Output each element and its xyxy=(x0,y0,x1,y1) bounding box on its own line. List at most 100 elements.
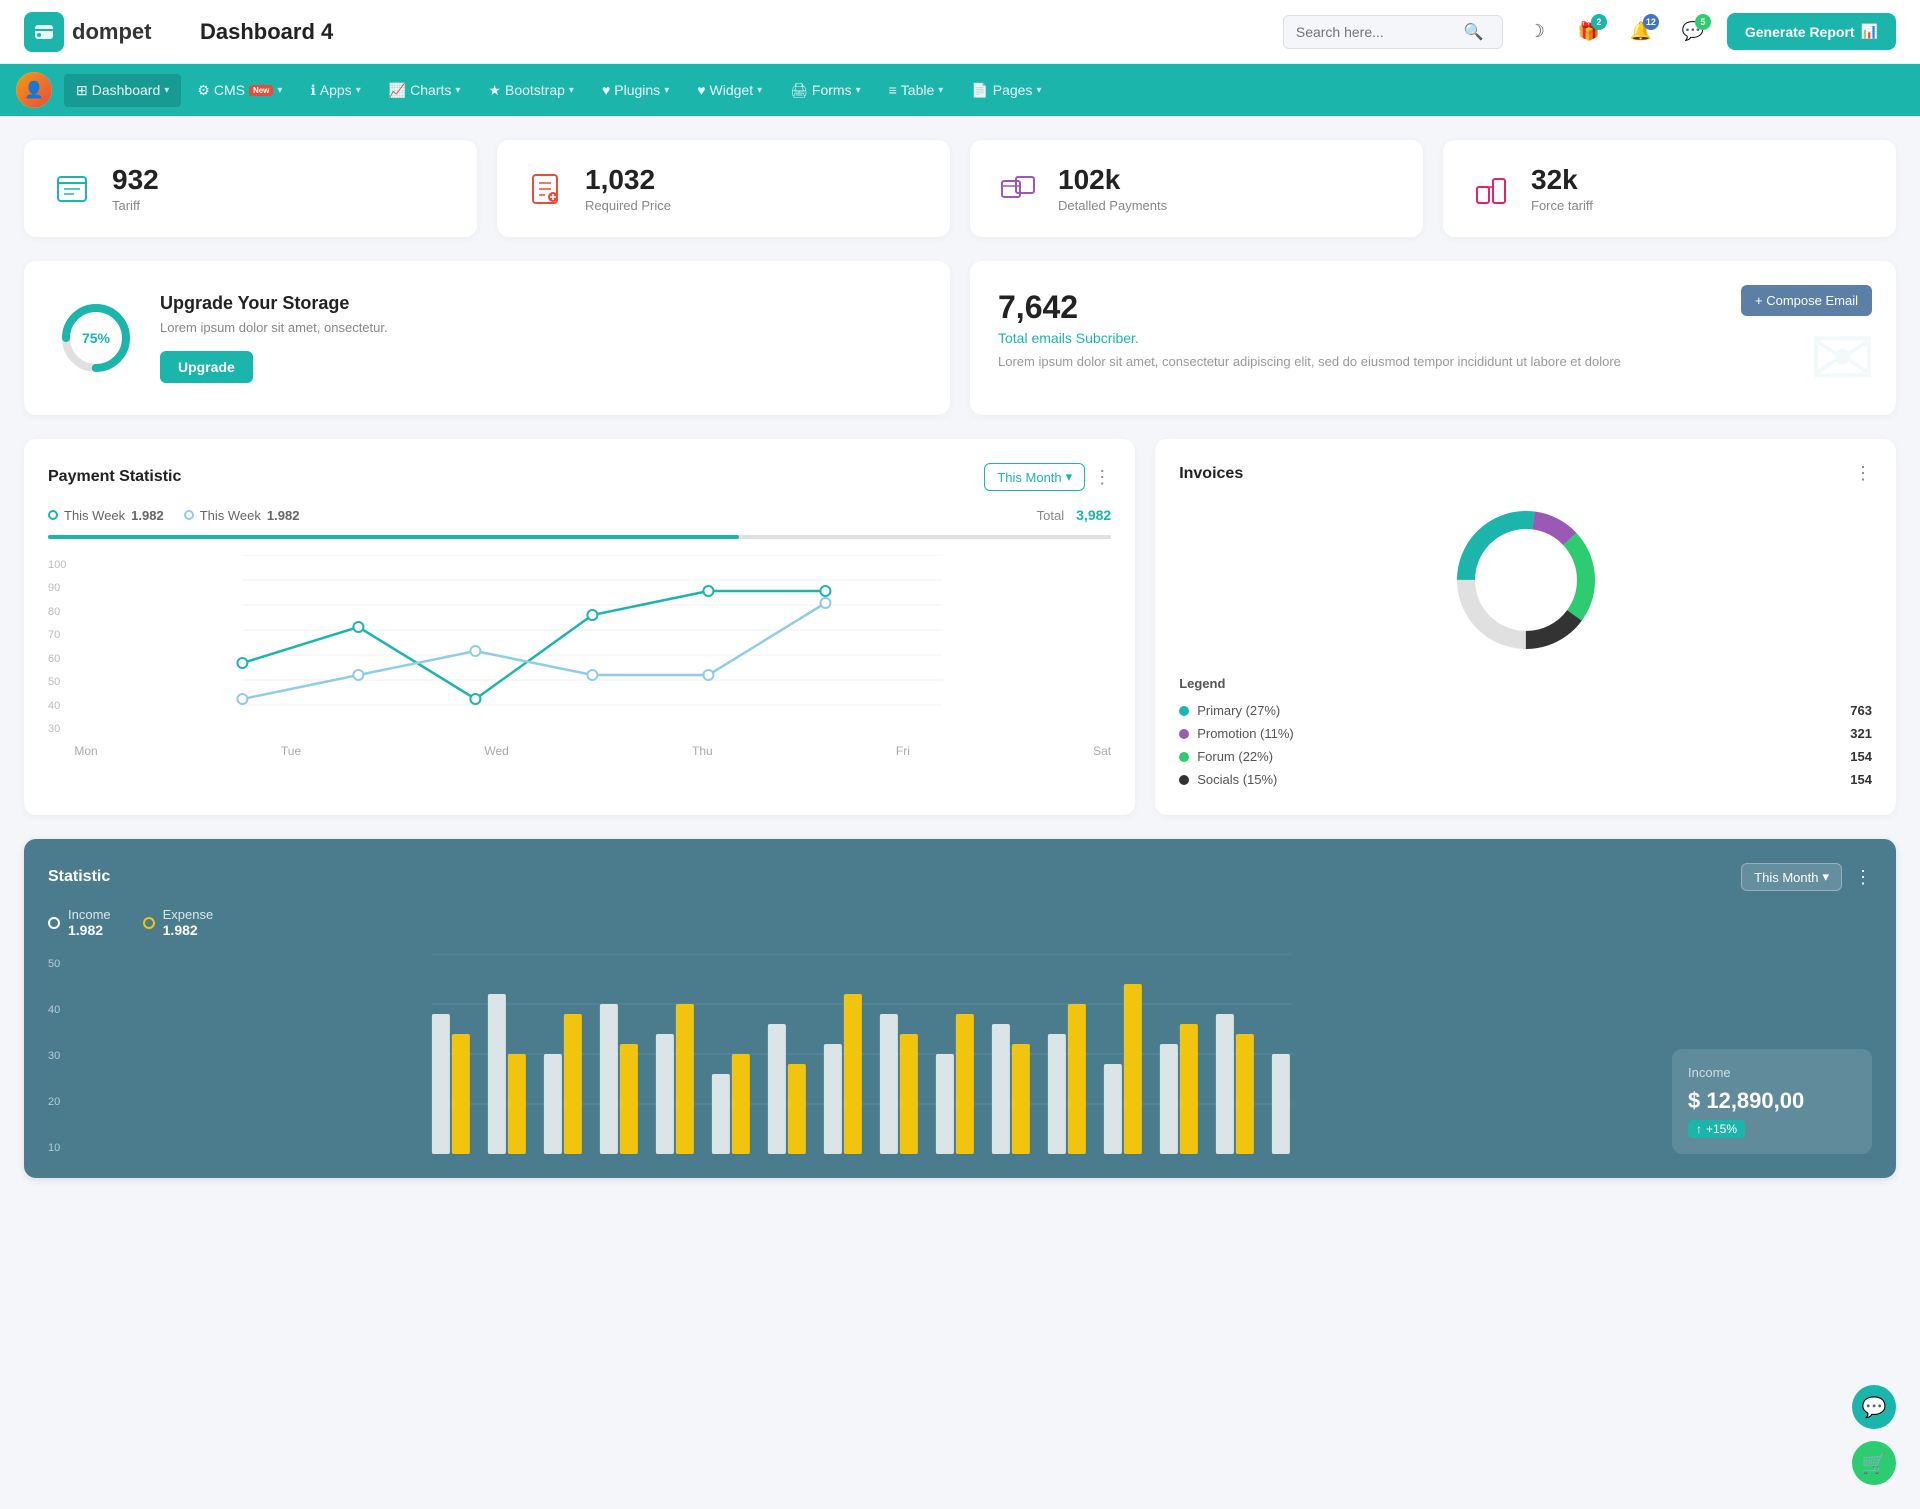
payment-chart-header: Payment Statistic This Month ▾ ⋮ xyxy=(48,463,1111,491)
support-icon: 💬 xyxy=(1862,1395,1887,1420)
cart-icon: 🛒 xyxy=(1862,1451,1887,1476)
legend-primary-label: Primary (27%) xyxy=(1197,703,1280,718)
legend-primary-color xyxy=(1179,706,1189,716)
support-fab-button[interactable]: 💬 xyxy=(1852,1385,1896,1429)
stat-card-tariff: 932 Tariff xyxy=(24,140,477,237)
x-label-mon: Mon xyxy=(74,744,97,758)
nav-label-pages: Pages xyxy=(993,82,1033,98)
x-label-thu: Thu xyxy=(692,744,713,758)
nav-item-charts[interactable]: 📈 Charts ▾ xyxy=(377,74,473,107)
forms-icon: 🖨 xyxy=(790,82,808,99)
legend-primary-value: 763 xyxy=(1850,703,1872,718)
income-badge-value: +15% xyxy=(1706,1122,1737,1136)
logo: dompet xyxy=(24,12,184,52)
payment-chart-title: Payment Statistic xyxy=(48,468,181,486)
invoices-donut-svg xyxy=(1446,500,1606,660)
legend-primary: Primary (27%) 763 xyxy=(1179,699,1872,722)
theme-toggle-button[interactable]: ☽ xyxy=(1519,14,1555,50)
stat-card-force-tariff: 32k Force tariff xyxy=(1443,140,1896,237)
search-bar[interactable]: 🔍 xyxy=(1283,15,1503,49)
stat-info-required-price: 1,032 Required Price xyxy=(585,164,671,213)
storage-info: Upgrade Your Storage Lorem ipsum dolor s… xyxy=(160,293,388,383)
nav-item-widget[interactable]: ♥ Widget ▾ xyxy=(685,74,774,106)
nav-item-apps[interactable]: ℹ Apps ▾ xyxy=(298,74,372,107)
legend-promotion: Promotion (11%) 321 xyxy=(1179,722,1872,745)
y-label-80: 80 xyxy=(48,606,66,618)
nav-item-pages[interactable]: 📄 Pages ▾ xyxy=(959,74,1053,107)
nav-label-widget: Widget xyxy=(710,82,754,98)
charts-row: Payment Statistic This Month ▾ ⋮ This We… xyxy=(24,439,1896,815)
force-tariff-icon xyxy=(1467,165,1515,213)
total-label: Total xyxy=(1037,508,1064,523)
nav-label-dashboard: Dashboard xyxy=(92,82,161,98)
legend-socials-left: Socials (15%) xyxy=(1179,772,1277,787)
stat-card-required-price: 1,032 Required Price xyxy=(497,140,950,237)
nav-label-apps: Apps xyxy=(320,82,352,98)
chevron-down-icon-plugins: ▾ xyxy=(664,85,669,96)
nav-item-cms[interactable]: ⚙ CMS New ▾ xyxy=(185,74,294,107)
y-label-30: 30 xyxy=(48,723,66,735)
gift-button[interactable]: 🎁 2 xyxy=(1571,14,1607,50)
x-label-fri: Fri xyxy=(896,744,910,758)
search-input[interactable] xyxy=(1296,24,1456,40)
message-button[interactable]: 💬 5 xyxy=(1675,14,1711,50)
stat-cards-grid: 932 Tariff 1,032 Required Price 102k Det… xyxy=(24,140,1896,237)
y-axis-labels: 100 90 80 70 60 50 40 30 xyxy=(48,555,74,735)
fab-container: 💬 🛒 xyxy=(1852,1385,1896,1485)
stat-y-20: 20 xyxy=(48,1096,60,1108)
legend-forum-value: 154 xyxy=(1850,749,1872,764)
storage-percent: 75% xyxy=(82,330,110,346)
nav-item-forms[interactable]: 🖨 Forms ▾ xyxy=(778,74,872,107)
chevron-down-icon-widget: ▾ xyxy=(757,85,762,96)
this-month-filter-button[interactable]: This Month ▾ xyxy=(984,463,1085,491)
email-envelope-icon: ✉ xyxy=(1809,312,1876,405)
statistic-card: Statistic This Month ▾ ⋮ Income 1.982 xyxy=(24,839,1896,1178)
statistic-month-filter[interactable]: This Month ▾ xyxy=(1741,863,1842,891)
upgrade-button[interactable]: Upgrade xyxy=(160,351,253,383)
expense-value: 1.982 xyxy=(163,922,214,938)
legend-promotion-color xyxy=(1179,729,1189,739)
stat-y-10: 10 xyxy=(48,1142,60,1154)
payment-more-options-button[interactable]: ⋮ xyxy=(1093,467,1111,488)
stat-info-tariff: 932 Tariff xyxy=(112,164,159,213)
stat-y-30: 30 xyxy=(48,1050,60,1062)
nav-item-bootstrap[interactable]: ★ Bootstrap ▾ xyxy=(476,74,586,107)
income-legend-item: Income 1.982 xyxy=(48,907,111,938)
legend-primary-left: Primary (27%) xyxy=(1179,703,1280,718)
pages-icon: 📄 xyxy=(971,82,988,99)
statistic-more-options-button[interactable]: ⋮ xyxy=(1854,867,1872,888)
cart-fab-button[interactable]: 🛒 xyxy=(1852,1441,1896,1485)
statistic-controls: This Month ▾ ⋮ xyxy=(1741,863,1872,891)
middle-row: 75% Upgrade Your Storage Lorem ipsum dol… xyxy=(24,261,1896,415)
gift-badge: 2 xyxy=(1591,14,1607,30)
bootstrap-icon: ★ xyxy=(488,82,501,99)
income-detail-title: Income xyxy=(1688,1065,1856,1080)
bar-chart-area: Income 1.982 Expense 1.982 50 xyxy=(48,907,1648,1154)
invoices-card: Invoices ⋮ Legend xyxy=(1155,439,1896,815)
x-label-sat: Sat xyxy=(1093,744,1111,758)
generate-report-button[interactable]: Generate Report 📊 xyxy=(1727,13,1896,50)
income-value: 1.982 xyxy=(68,922,111,938)
legend-forum: Forum (22%) 154 xyxy=(1179,745,1872,768)
force-tariff-label: Force tariff xyxy=(1531,198,1593,213)
total-value: 3,982 xyxy=(1076,507,1111,523)
line-chart-svg xyxy=(74,555,1111,735)
nav-item-table[interactable]: ≡ Table ▾ xyxy=(877,74,956,106)
invoices-more-options-button[interactable]: ⋮ xyxy=(1854,463,1872,484)
y-label-100: 100 xyxy=(48,559,66,571)
bar-chart-icon: 📊 xyxy=(1861,23,1878,40)
statistic-title: Statistic xyxy=(48,868,110,886)
legend-dot-2 xyxy=(184,510,194,520)
message-badge: 5 xyxy=(1695,14,1711,30)
legend-value-2: 1.982 xyxy=(267,508,300,523)
legend-promotion-value: 321 xyxy=(1850,726,1872,741)
nav-item-dashboard[interactable]: ⊞ Dashboard ▾ xyxy=(64,74,181,107)
income-detail-amount: $ 12,890,00 xyxy=(1688,1088,1856,1114)
chevron-down-icon-cms: ▾ xyxy=(277,85,282,96)
statistic-header: Statistic This Month ▾ ⋮ xyxy=(48,863,1872,891)
nav-item-plugins[interactable]: ♥ Plugins ▾ xyxy=(590,74,681,106)
notification-button[interactable]: 🔔 12 xyxy=(1623,14,1659,50)
legend-value-1: 1.982 xyxy=(131,508,164,523)
legend-socials-label: Socials (15%) xyxy=(1197,772,1277,787)
chevron-down-icon-charts: ▾ xyxy=(455,85,460,96)
